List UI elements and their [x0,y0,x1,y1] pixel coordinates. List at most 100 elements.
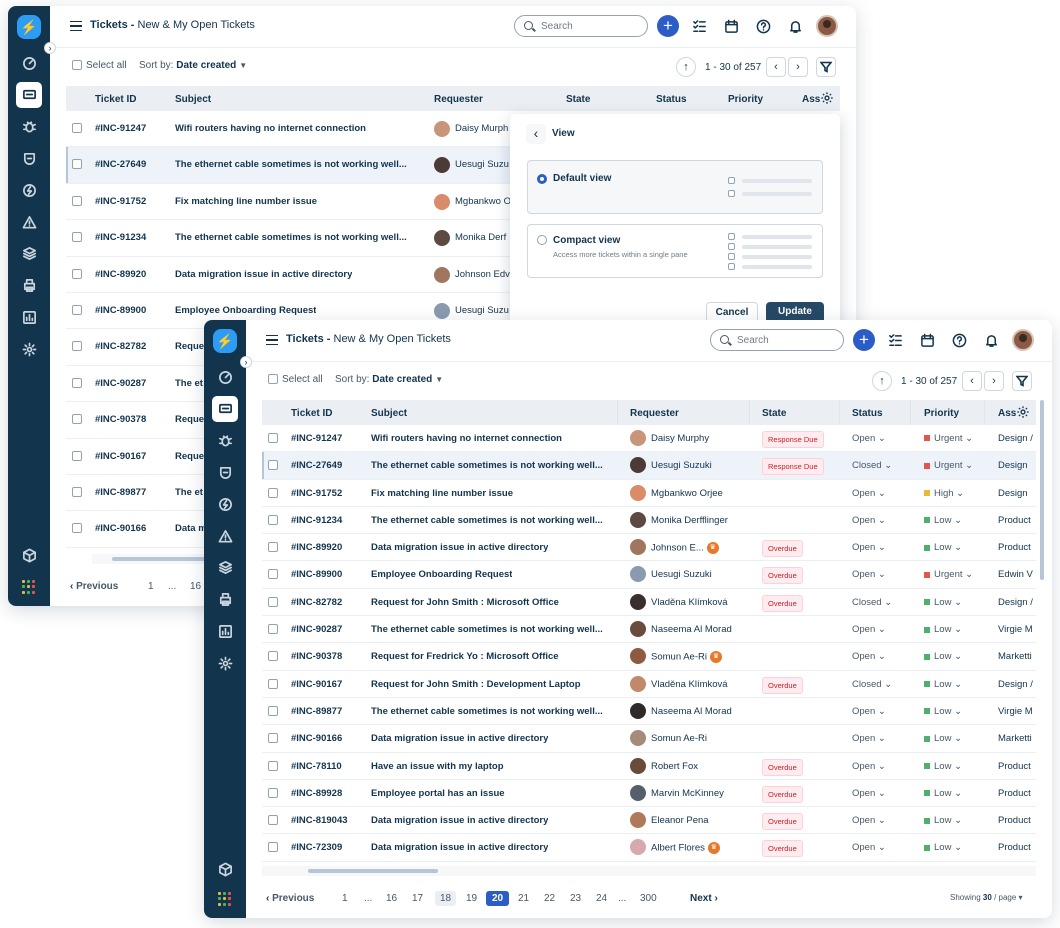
ticket-id[interactable]: #INC-91247 [95,123,146,134]
ticket-subject[interactable]: The ethernet cable sometimes is not work… [371,515,603,526]
row-checkbox[interactable] [72,341,82,352]
default-view-option[interactable]: Default view [527,160,823,214]
group-cell[interactable]: Marketti [998,733,1032,744]
row-checkbox[interactable] [268,733,278,744]
row-checkbox[interactable] [268,678,278,689]
group-cell[interactable]: Design / [998,433,1033,444]
ticket-subject[interactable]: Data migration issue in active directory [371,842,548,853]
requester-name[interactable]: Somun Ae-Ri [651,733,707,744]
row-checkbox[interactable] [72,414,82,425]
col-status[interactable]: Status [852,408,883,419]
sidebar-layers-icon[interactable] [8,241,50,267]
sidebar-tickets-icon[interactable] [204,395,246,422]
col-priority[interactable]: Priority [728,94,763,105]
row-checkbox[interactable] [72,123,82,133]
status-dropdown[interactable]: Open ⌄ [852,706,886,717]
ticket-id[interactable]: #INC-90167 [95,451,146,462]
ticket-id[interactable]: #INC-90167 [291,679,342,690]
table-row[interactable]: #INC-89877 The ethernet cable sometimes i… [262,698,1036,726]
help-icon[interactable] [754,17,772,35]
col-ticket-id[interactable]: Ticket ID [95,94,137,105]
ticket-subject[interactable]: Employee Onboarding Request [371,569,512,580]
menu-icon[interactable] [70,21,82,31]
next-page-button[interactable]: › [984,371,1004,391]
status-dropdown[interactable]: Open ⌄ [852,733,886,744]
compact-view-radio[interactable] [537,235,547,245]
row-checkbox[interactable] [268,514,278,525]
group-cell[interactable]: Product [998,761,1031,772]
page-link[interactable]: 20 [486,891,510,906]
horizontal-scrollbar[interactable] [262,866,1036,876]
select-all-checkbox[interactable]: Select all [268,374,323,385]
table-row[interactable]: #INC-90166 Data migration issue in active… [262,725,1036,753]
row-checkbox[interactable] [72,486,82,497]
ticket-subject[interactable]: Fix matching line number issue [371,488,513,499]
compact-view-option[interactable]: Compact view Access more tickets within … [527,224,823,278]
row-checkbox[interactable] [268,624,278,635]
row-checkbox[interactable] [72,523,82,534]
ticket-subject[interactable]: Data migration issue in active directory [175,269,352,280]
col-priority[interactable]: Priority [924,408,959,419]
requester-name[interactable]: Eleanor Pena [651,815,709,826]
requester-name[interactable]: Uesugi Suzuki [651,569,712,580]
col-state[interactable]: State [566,94,590,105]
ticket-id[interactable]: #INC-27649 [95,159,146,170]
row-checkbox[interactable] [268,569,278,580]
group-cell[interactable]: Design / [998,679,1033,690]
sidebar-lightning-icon[interactable] [204,491,246,517]
ticket-subject[interactable]: The et [175,378,203,389]
filter-button[interactable] [816,57,836,77]
page-link[interactable]: 1 [342,893,348,904]
priority-dropdown[interactable]: Low ⌄ [924,761,962,772]
sidebar-tickets-icon[interactable] [8,81,50,108]
status-dropdown[interactable]: Open ⌄ [852,569,886,580]
column-settings-icon[interactable] [1016,405,1030,422]
table-row[interactable]: #INC-90378 Request for Fredrick Yo : Micr… [262,643,1036,671]
priority-dropdown[interactable]: Low ⌄ [924,679,962,690]
bell-icon[interactable] [786,17,804,35]
status-dropdown[interactable]: Open ⌄ [852,488,886,499]
user-avatar[interactable] [1012,329,1034,351]
requester-name[interactable]: Monika Derfflinger [651,515,728,526]
help-icon[interactable] [950,331,968,349]
ticket-id[interactable]: #INC-90166 [95,523,146,534]
requester-name[interactable]: Naseema Al Morad [651,706,732,717]
ticket-id[interactable]: #INC-90378 [95,414,146,425]
ticket-id[interactable]: #INC-91752 [95,196,146,207]
page-link[interactable]: 18 [435,891,457,906]
page-link[interactable]: 16 [386,893,397,904]
group-cell[interactable]: Virgie M [998,706,1033,717]
sidebar-cube-icon[interactable] [204,856,246,882]
group-cell[interactable]: Virgie M [998,624,1033,635]
status-dropdown[interactable]: Open ⌄ [852,815,886,826]
vertical-scrollbar[interactable] [1040,400,1044,580]
ticket-subject[interactable]: The ethernet cable sometimes is not work… [371,706,603,717]
search-input[interactable]: Search [710,329,844,351]
ticket-id[interactable]: #INC-27649 [291,460,342,471]
group-cell[interactable]: Design / [998,597,1033,608]
user-avatar[interactable] [816,15,838,37]
ticket-id[interactable]: #INC-82782 [95,341,146,352]
col-ticket-id[interactable]: Ticket ID [291,408,333,419]
priority-dropdown[interactable]: Low ⌄ [924,651,962,662]
prev-page-button[interactable]: ‹ [962,371,982,391]
table-row[interactable]: #INC-27649 The ethernet cable sometimes i… [262,452,1036,480]
status-dropdown[interactable]: Open ⌄ [852,788,886,799]
column-settings-icon[interactable] [820,91,834,108]
add-button[interactable]: + [853,329,875,351]
page-link[interactable]: 1 [148,581,154,592]
requester-name[interactable]: Mgbankwo Orjee [651,488,723,499]
sidebar-printer-icon[interactable] [8,273,50,299]
sidebar-printer-icon[interactable] [204,587,246,613]
col-subject[interactable]: Subject [175,94,211,105]
table-row[interactable]: #INC-89920 Data migration issue in active… [262,534,1036,562]
requester-name[interactable]: Marvin McKinney [651,788,724,799]
requester-name[interactable]: Daisy Murph [455,123,508,134]
table-row[interactable]: #INC-72309 Data migration issue in active… [262,834,1036,862]
requester-name[interactable]: Albert Flores ♛ [651,842,720,855]
sidebar-alert-icon[interactable] [204,523,246,549]
ticket-id[interactable]: #INC-89928 [291,788,342,799]
menu-icon[interactable] [266,335,278,345]
next-page-button[interactable]: › [788,57,808,77]
group-cell[interactable]: Edwin V [998,569,1033,580]
